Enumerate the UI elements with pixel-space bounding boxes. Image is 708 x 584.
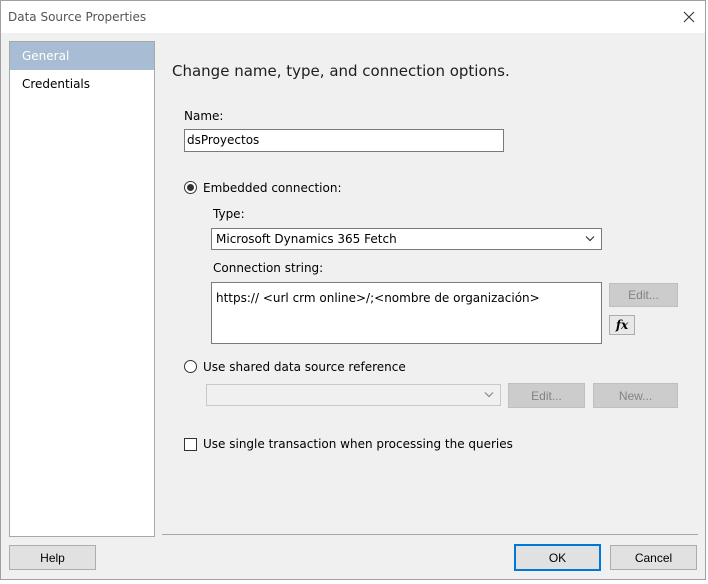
single-transaction-checkbox[interactable] (184, 438, 197, 451)
expression-button[interactable]: fx (609, 315, 635, 335)
radio-selected-dot (187, 184, 194, 191)
footer-divider (162, 534, 698, 535)
nav-item-credentials[interactable]: Credentials (10, 70, 154, 98)
shared-reference-radio[interactable] (184, 360, 197, 373)
window-title: Data Source Properties (8, 10, 147, 24)
single-transaction-label: Use single transaction when processing t… (203, 437, 513, 451)
shared-reference-label: Use shared data source reference (203, 360, 406, 374)
cancel-button[interactable]: Cancel (610, 545, 697, 570)
connection-string-label: Connection string: (213, 261, 324, 275)
fx-icon: fx (615, 318, 629, 332)
embedded-connection-label: Embedded connection: (203, 181, 342, 195)
connection-edit-button[interactable]: Edit... (609, 283, 678, 307)
page-heading: Change name, type, and connection option… (172, 62, 510, 80)
connection-string-input[interactable]: https:// <url crm online>/;<nombre de or… (211, 282, 602, 344)
type-label: Type: (213, 207, 245, 221)
ok-button[interactable]: OK (514, 544, 601, 571)
chevron-down-icon (484, 392, 494, 398)
close-button[interactable] (679, 7, 699, 27)
shared-reference-select[interactable] (206, 384, 501, 406)
embedded-connection-radio[interactable] (184, 181, 197, 194)
close-icon (683, 11, 695, 23)
nav-item-general[interactable]: General (10, 42, 154, 70)
title-bar: Data Source Properties (1, 1, 705, 33)
data-source-properties-dialog: Data Source Properties General Credentia… (0, 0, 706, 580)
type-select[interactable]: Microsoft Dynamics 365 Fetch (211, 228, 602, 250)
name-label: Name: (184, 109, 224, 123)
help-button[interactable]: Help (9, 545, 96, 570)
name-input[interactable]: dsProyectos (184, 129, 504, 152)
page-navigation: General Credentials (9, 41, 155, 537)
shared-edit-button[interactable]: Edit... (508, 383, 585, 408)
shared-new-button[interactable]: New... (593, 383, 678, 408)
type-select-value: Microsoft Dynamics 365 Fetch (216, 232, 397, 246)
chevron-down-icon (585, 236, 595, 242)
